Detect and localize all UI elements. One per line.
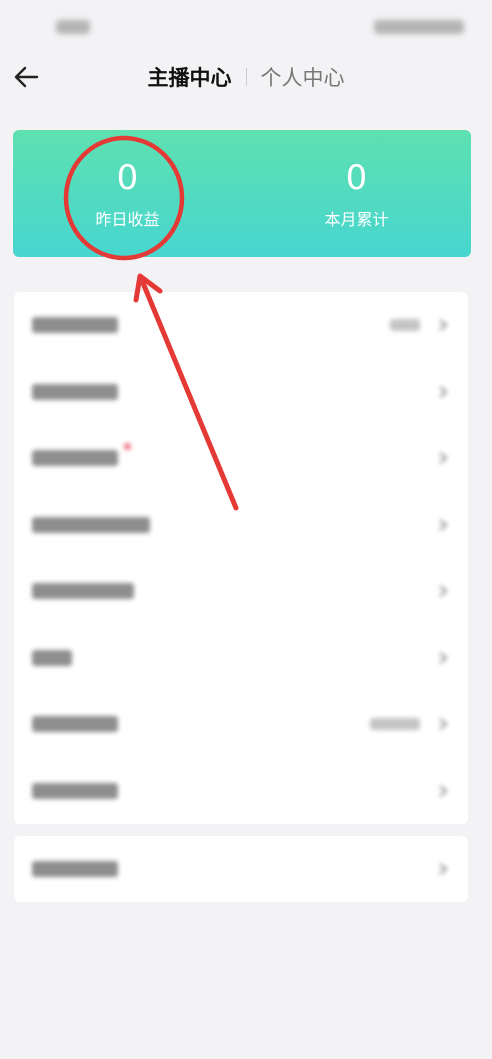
- chevron-right-icon: [439, 385, 448, 398]
- menu-row-label: [32, 516, 150, 533]
- menu-row[interactable]: [14, 836, 468, 902]
- menu-row-extra: [370, 718, 420, 731]
- menu-row[interactable]: [14, 691, 468, 758]
- menu-row-label: [32, 861, 118, 877]
- menu-list-secondary: [14, 836, 468, 902]
- chevron-right-icon: [439, 784, 448, 797]
- menu-row-content: [14, 359, 468, 426]
- menu-row[interactable]: [14, 558, 468, 625]
- menu-row[interactable]: [14, 292, 468, 359]
- tab-divider: [245, 68, 247, 86]
- menu-row-content: [14, 758, 468, 825]
- chevron-right-icon: [439, 718, 448, 731]
- menu-row-extra: [390, 319, 420, 332]
- menu-row-badge: [124, 443, 131, 450]
- arrow-left-icon: [14, 66, 39, 88]
- month-total[interactable]: 0 本月累计: [242, 130, 471, 257]
- status-time: [56, 20, 90, 34]
- menu-row-content: [14, 836, 468, 902]
- month-total-value: 0: [345, 157, 368, 198]
- menu-row-content: [14, 558, 468, 625]
- menu-row[interactable]: [14, 758, 468, 825]
- header-tabs: 主播中心 个人中心: [0, 52, 492, 102]
- menu-row[interactable]: [14, 425, 468, 492]
- chevron-right-icon: [439, 585, 448, 598]
- month-total-label: 本月累计: [324, 209, 389, 229]
- yesterday-earnings-value: 0: [116, 157, 139, 198]
- tab-anchor-center[interactable]: 主播中心: [148, 62, 232, 92]
- chevron-right-icon: [439, 518, 448, 531]
- status-icons: [374, 20, 464, 34]
- menu-row[interactable]: [14, 359, 468, 426]
- menu-row-label: [32, 583, 134, 600]
- status-bar: [0, 0, 492, 52]
- menu-row-label: [32, 649, 72, 666]
- yesterday-earnings-label: 昨日收益: [95, 209, 160, 229]
- chevron-right-icon: [439, 319, 448, 332]
- menu-row-label: [32, 383, 118, 400]
- chevron-right-icon: [439, 651, 448, 664]
- yesterday-earnings[interactable]: 0 昨日收益: [13, 130, 242, 257]
- chevron-right-icon: [439, 452, 448, 465]
- menu-row-content: [14, 292, 468, 359]
- back-button[interactable]: [6, 57, 46, 97]
- menu-row[interactable]: [14, 625, 468, 692]
- menu-row-label: [32, 782, 118, 799]
- chevron-right-icon: [439, 863, 448, 875]
- menu-row-content: [14, 492, 468, 559]
- header: 主播中心 个人中心: [0, 52, 492, 102]
- menu-row-label: [32, 450, 118, 467]
- menu-row-content: [14, 691, 468, 758]
- menu-row-label: [32, 716, 118, 733]
- menu-row[interactable]: [14, 492, 468, 559]
- menu-row-content: [14, 625, 468, 692]
- menu-row-content: [14, 425, 468, 492]
- earnings-card: 0 昨日收益 0 本月累计: [13, 130, 471, 257]
- menu-list: [14, 292, 468, 824]
- menu-row-label: [32, 317, 118, 334]
- tab-personal-center[interactable]: 个人中心: [261, 62, 345, 92]
